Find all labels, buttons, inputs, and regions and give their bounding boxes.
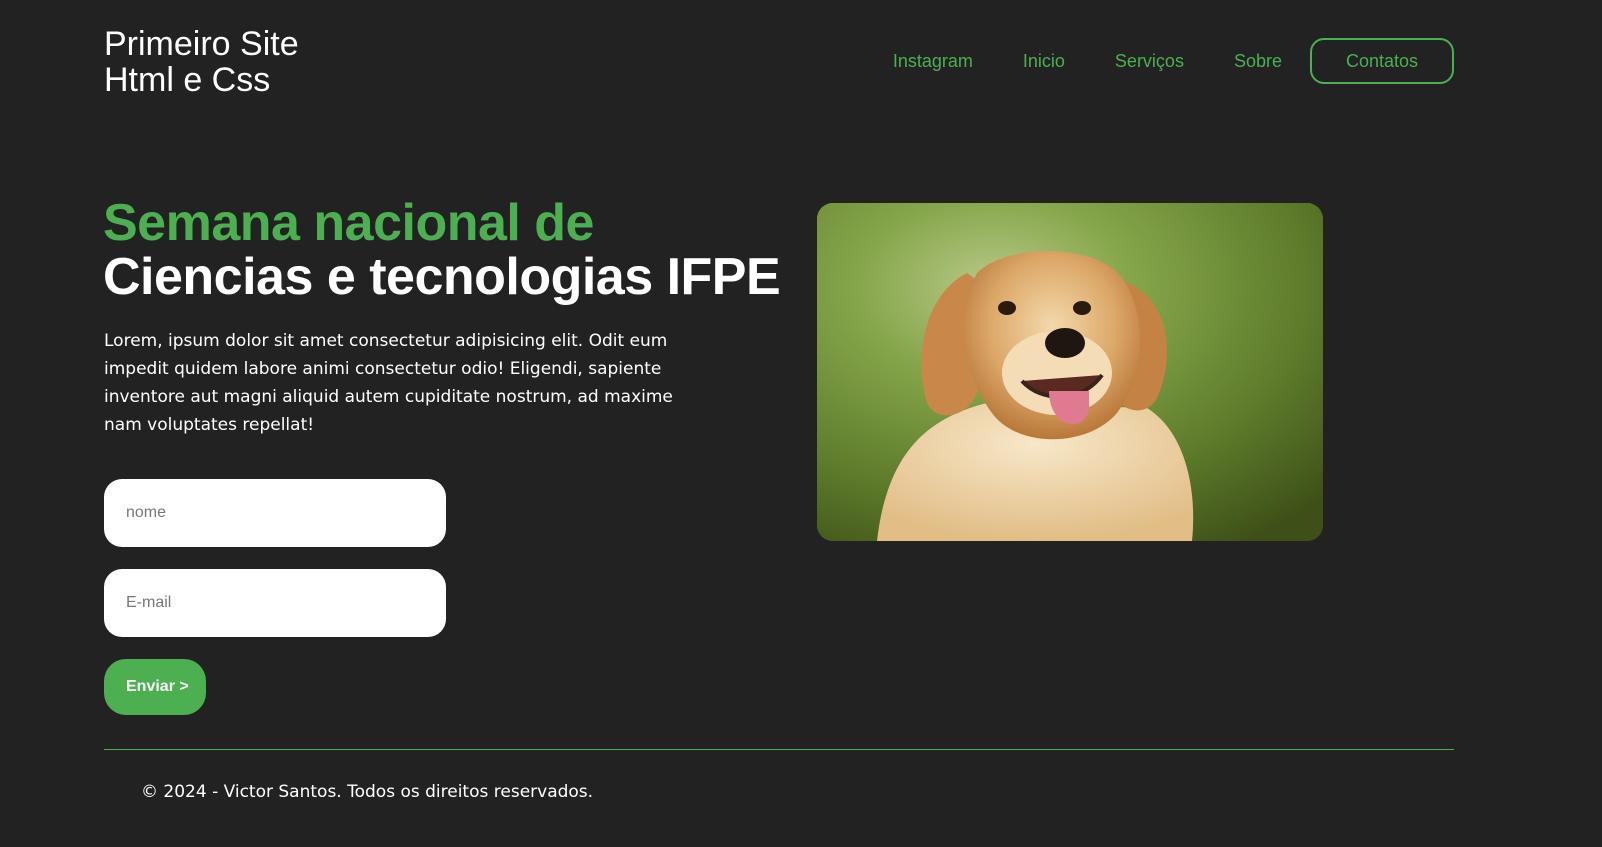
submit-button[interactable]: Enviar > (104, 659, 206, 715)
footer-divider (104, 749, 1454, 750)
footer-text: © 2024 - Victor Santos. Todos os direito… (141, 782, 594, 802)
site-logo: Primeiro Site Html e Css (104, 26, 299, 98)
nav-link-instagram[interactable]: Instagram (893, 51, 973, 72)
hero-title: Semana nacional de Ciencias e tecnologia… (103, 194, 781, 306)
nav-link-inicio[interactable]: Inicio (1023, 51, 1065, 72)
dog-illustration (817, 203, 1323, 541)
nav-link-servicos[interactable]: Serviços (1115, 51, 1184, 72)
dog-photo (817, 203, 1323, 541)
logo-line-2: Html e Css (104, 61, 271, 99)
hero-title-white: Ciencias e tecnologias IFPE (103, 248, 781, 306)
main-nav: Instagram Inicio Serviços Sobre Contatos (843, 38, 1454, 84)
hero-title-green: Semana nacional de (103, 194, 594, 252)
contact-button[interactable]: Contatos (1310, 38, 1454, 84)
email-input[interactable] (104, 569, 446, 637)
hero-description: Lorem, ipsum dolor sit amet consectetur … (104, 331, 673, 435)
logo-line-1: Primeiro Site (104, 25, 299, 63)
name-input[interactable] (104, 479, 446, 547)
nav-link-sobre[interactable]: Sobre (1234, 51, 1282, 72)
